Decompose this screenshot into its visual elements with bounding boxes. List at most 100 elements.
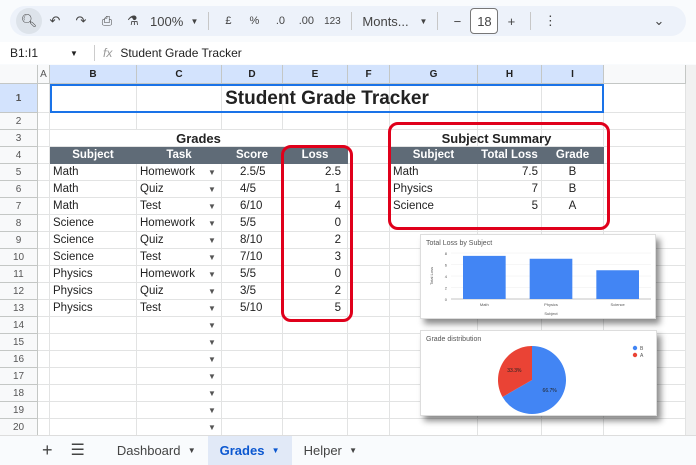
redo-icon[interactable]: ↷ <box>68 8 94 34</box>
sheet-tab-dashboard[interactable]: Dashboard ▼ <box>105 436 208 465</box>
cell[interactable] <box>50 419 137 435</box>
chevron-down-icon[interactable]: ▼ <box>349 446 357 455</box>
cell[interactable] <box>348 147 390 164</box>
formula-input[interactable]: Student Grade Tracker <box>120 46 241 60</box>
row-header-19[interactable]: 19 <box>0 402 38 419</box>
cell[interactable] <box>348 130 390 147</box>
undo-icon[interactable]: ↶ <box>42 8 68 34</box>
decrease-font-size-button[interactable]: − <box>444 8 470 34</box>
row-header-20[interactable]: 20 <box>0 419 38 435</box>
pie-chart[interactable]: Grade distribution 66.7% B 33.3% A <box>420 330 657 416</box>
row-header-10[interactable]: 10 <box>0 249 38 266</box>
cell[interactable] <box>604 147 686 164</box>
row-header-4[interactable]: 4 <box>0 147 38 164</box>
cell[interactable] <box>38 215 50 232</box>
paint-format-icon[interactable]: ⚗ <box>120 8 146 34</box>
grades-cell[interactable]: 5/5 <box>222 215 283 232</box>
grades-cell[interactable]: 6/10 <box>222 198 283 215</box>
cell[interactable] <box>38 198 50 215</box>
column-header-c[interactable]: C <box>137 65 222 84</box>
vertical-scrollbar[interactable] <box>686 65 696 435</box>
cell[interactable] <box>50 113 137 130</box>
name-box[interactable]: B1:I1 <box>0 46 70 60</box>
grades-cell[interactable]: Science <box>50 232 137 249</box>
cell[interactable] <box>38 317 50 334</box>
row-header-18[interactable]: 18 <box>0 385 38 402</box>
increase-font-size-button[interactable]: + <box>498 8 524 34</box>
cell[interactable] <box>283 113 348 130</box>
row-header-17[interactable]: 17 <box>0 368 38 385</box>
grades-cell[interactable]: Science <box>50 215 137 232</box>
row-header-1[interactable]: 1 <box>0 84 38 113</box>
row-header-13[interactable]: 13 <box>0 300 38 317</box>
dropdown-arrow-icon[interactable]: ▼ <box>208 321 682 330</box>
row-header-8[interactable]: 8 <box>0 215 38 232</box>
cell[interactable] <box>38 249 50 266</box>
cell[interactable] <box>50 385 137 402</box>
cell[interactable] <box>348 113 390 130</box>
chevron-down-icon[interactable]: ▼ <box>188 446 196 455</box>
cell[interactable] <box>38 334 50 351</box>
cell[interactable] <box>38 164 50 181</box>
grades-cell[interactable]: 7/10 <box>222 249 283 266</box>
dropdown-arrow-icon[interactable]: ▼ <box>208 423 682 432</box>
grades-cell[interactable]: Math <box>50 164 137 181</box>
column-header-f[interactable]: F <box>348 65 390 84</box>
row-header-16[interactable]: 16 <box>0 351 38 368</box>
grades-header[interactable]: Task <box>137 147 222 164</box>
row-header-15[interactable]: 15 <box>0 334 38 351</box>
cell[interactable] <box>38 232 50 249</box>
grades-header[interactable]: Subject <box>50 147 137 164</box>
more-formats-button[interactable]: 123 <box>319 8 345 34</box>
row-header-6[interactable]: 6 <box>0 181 38 198</box>
row-header-5[interactable]: 5 <box>0 164 38 181</box>
cell[interactable] <box>222 113 283 130</box>
print-icon[interactable]: ⎙ <box>94 8 120 34</box>
cell[interactable] <box>604 130 686 147</box>
column-header-e[interactable]: E <box>283 65 348 84</box>
grades-cell[interactable]: Science <box>50 249 137 266</box>
row-header-7[interactable]: 7 <box>0 198 38 215</box>
sheet-tab-helper[interactable]: Helper ▼ <box>292 436 369 465</box>
cell[interactable] <box>38 419 50 435</box>
cell[interactable] <box>50 317 137 334</box>
cell[interactable] <box>50 334 137 351</box>
cell[interactable] <box>38 266 50 283</box>
all-sheets-icon[interactable]: ☰ <box>71 440 85 460</box>
cell[interactable] <box>38 283 50 300</box>
row-header-2[interactable]: 2 <box>0 113 38 130</box>
grades-cell[interactable]: 4/5 <box>222 181 283 198</box>
grades-cell[interactable]: Physics <box>50 266 137 283</box>
cell[interactable] <box>38 130 50 147</box>
row-header-3[interactable]: 3 <box>0 130 38 147</box>
collapse-toolbar-icon[interactable]: ⌄ <box>646 8 672 34</box>
increase-decimal-button[interactable]: .00 <box>293 8 319 34</box>
column-header-d[interactable]: D <box>222 65 283 84</box>
cell[interactable] <box>38 402 50 419</box>
decrease-decimal-button[interactable]: .0 <box>267 8 293 34</box>
font-select[interactable]: Monts... ▼ <box>358 8 431 34</box>
row-header-11[interactable]: 11 <box>0 266 38 283</box>
zoom-select[interactable]: 100% ▼ <box>146 8 202 34</box>
grades-cell[interactable]: Math <box>50 198 137 215</box>
cell[interactable] <box>38 300 50 317</box>
cell[interactable] <box>604 84 686 113</box>
sheet-tab-grades[interactable]: Grades ▼ <box>207 435 292 465</box>
grades-cell[interactable]: 3/5 <box>222 283 283 300</box>
cell[interactable] <box>38 351 50 368</box>
cell[interactable] <box>38 181 50 198</box>
search-icon[interactable]: 🔍︎ <box>16 8 42 34</box>
currency-button[interactable]: £ <box>215 8 241 34</box>
grades-cell[interactable]: Math <box>50 181 137 198</box>
percent-button[interactable]: % <box>241 8 267 34</box>
more-options-icon[interactable]: ⋮ <box>537 8 563 34</box>
column-header-h[interactable]: H <box>478 65 542 84</box>
grades-cell[interactable]: Physics <box>50 283 137 300</box>
cell[interactable] <box>50 402 137 419</box>
cell[interactable] <box>50 351 137 368</box>
column-header-g[interactable]: G <box>390 65 478 84</box>
cell[interactable] <box>137 113 222 130</box>
font-size-input[interactable]: 18 <box>470 8 499 34</box>
grades-cell[interactable]: 5/5 <box>222 266 283 283</box>
grades-cell[interactable]: 5/10 <box>222 300 283 317</box>
